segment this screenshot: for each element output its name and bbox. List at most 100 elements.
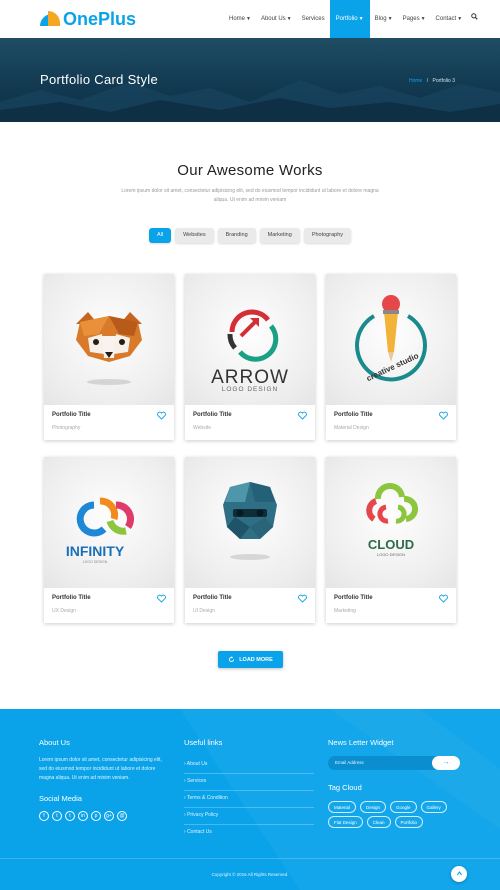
tag[interactable]: Portfolio (394, 816, 424, 828)
logo-mark-icon (40, 11, 60, 27)
heart-icon[interactable] (157, 594, 166, 603)
copyright: Copyright © 2016 All Rights Reserved. (211, 872, 289, 877)
breadcrumb-home[interactable]: Home (409, 78, 422, 84)
twitter-icon[interactable]: t (52, 811, 62, 821)
footer-link-privacy[interactable]: › Privacy Policy (184, 808, 314, 825)
heart-icon[interactable] (157, 411, 166, 420)
pinterest-icon[interactable]: p (91, 811, 101, 821)
cloud-logo-subtext: LOGO DESIGN (377, 552, 405, 557)
footer-divider (0, 858, 500, 859)
card-title[interactable]: Portfolio Title (334, 412, 373, 418)
tag[interactable]: Design (360, 801, 387, 813)
arrow-logo-subtext: LOGO DESIGN (222, 386, 279, 393)
filter-branding[interactable]: Branding (217, 228, 256, 243)
breadcrumb: Home / Portfolio 3 (409, 78, 455, 84)
newsletter-email-input[interactable]: Email Address (335, 760, 364, 765)
tag[interactable]: Flat Design (328, 816, 363, 828)
footer-link-label: About Us (186, 761, 208, 767)
nav-item-portfolio[interactable]: Portfolio▼ (329, 0, 370, 38)
footer-link-about[interactable]: › About Us (184, 757, 314, 774)
nav-label: Contact (435, 16, 457, 22)
footer-link-label: Privacy Policy (187, 812, 219, 818)
search-icon[interactable] (467, 0, 482, 38)
card-category: UX Design (52, 608, 76, 614)
tag-cloud-title: Tag Cloud (328, 783, 362, 792)
heart-icon[interactable] (298, 411, 307, 420)
filter-websites[interactable]: Websites (175, 228, 214, 243)
facebook-icon[interactable]: f (39, 811, 49, 821)
linkedin-icon[interactable]: in (78, 811, 88, 821)
portfolio-card[interactable]: Portfolio Title UI Design (185, 457, 315, 623)
nav-label: Portfolio (335, 16, 358, 22)
section-title: Our Awesome Works (177, 162, 323, 179)
nav-item-services[interactable]: Services (297, 0, 330, 38)
tag[interactable]: Google (390, 801, 417, 813)
nav-item-pages[interactable]: Pages▼ (398, 0, 431, 38)
nav-label: Blog (374, 16, 387, 22)
page-banner: Portfolio Card Style Home / Portfolio 3 (0, 38, 500, 122)
infinity-logo-text: INFINITY (66, 543, 125, 559)
nav-item-blog[interactable]: Blog▼ (370, 0, 398, 38)
tag[interactable]: Clean (366, 816, 391, 828)
footer-link-terms[interactable]: › Terms & Condition (184, 791, 314, 808)
infinity-logo-image: INFINITY LOGO DESIGN (44, 457, 174, 588)
card-title[interactable]: Portfolio Title (334, 595, 373, 601)
portfolio-card[interactable]: INFINITY LOGO DESIGN Portfolio Title UX … (44, 457, 174, 623)
filter-marketing[interactable]: Marketing (259, 228, 300, 243)
heart-icon[interactable] (298, 594, 307, 603)
card-title[interactable]: Portfolio Title (52, 595, 91, 601)
email-icon[interactable]: @ (117, 811, 127, 821)
caret-down-icon: ▼ (246, 16, 251, 22)
tag[interactable]: Gallery (420, 801, 447, 813)
card-title[interactable]: Portfolio Title (52, 412, 91, 418)
logo[interactable]: OnePlus (40, 9, 136, 29)
load-more-label: LOAD MORE (239, 656, 273, 663)
portfolio-filters: All Websites Branding Marketing Photogra… (0, 228, 500, 243)
caret-down-icon: ▼ (457, 16, 463, 22)
load-more-button[interactable]: LOAD MORE (218, 651, 283, 668)
main-nav: Home▼ About Us▼ Services Portfolio▼ Blog… (224, 0, 482, 38)
footer-about-title: About Us (39, 738, 70, 747)
refresh-icon (229, 656, 235, 663)
footer-social-title: Social Media (39, 794, 82, 803)
portfolio-card[interactable]: Portfolio Title Photography (44, 274, 174, 440)
card-category: Marketing (334, 608, 356, 614)
footer-link-contact[interactable]: › Contact Us (184, 825, 314, 842)
breadcrumb-separator: / (426, 78, 429, 84)
tumblr-icon[interactable]: t (65, 811, 75, 821)
infinity-logo-subtext: LOGO DESIGN (83, 560, 108, 564)
cloud-logo-text: CLOUD (368, 537, 414, 552)
nav-item-about[interactable]: About Us▼ (256, 0, 297, 38)
arrow-logo-image: ARROW LOGO DESIGN (185, 274, 315, 405)
creative-studio-logo-image: creative studio (326, 274, 456, 405)
back-to-top-button[interactable] (451, 866, 467, 882)
card-title[interactable]: Portfolio Title (193, 595, 232, 601)
nav-item-contact[interactable]: Contact▼ (431, 0, 468, 38)
chevron-up-icon (456, 870, 462, 875)
logo-text: OnePlus (63, 8, 137, 29)
footer-links: › About Us › Services › Terms & Conditio… (184, 757, 314, 842)
footer-link-services[interactable]: › Services (184, 774, 314, 791)
nav-label: Pages (402, 16, 420, 22)
portfolio-card[interactable]: CLOUD LOGO DESIGN Portfolio Title Market… (326, 457, 456, 623)
footer-link-label: Services (187, 778, 207, 784)
card-category: UI Design (193, 608, 215, 614)
newsletter-form: Email Address → (328, 756, 460, 770)
card-title[interactable]: Portfolio Title (193, 412, 232, 418)
newsletter-submit-button[interactable]: → (432, 756, 460, 770)
caret-down-icon: ▼ (387, 16, 393, 22)
google-plus-icon[interactable]: g+ (104, 811, 114, 821)
nav-label: Services (301, 16, 325, 22)
nav-label: Home (229, 16, 246, 22)
heart-icon[interactable] (439, 411, 448, 420)
portfolio-card[interactable]: creative studio Portfolio Title Material… (326, 274, 456, 440)
footer-link-label: Contact Us (187, 829, 212, 835)
filter-photography[interactable]: Photography (303, 228, 352, 243)
portfolio-card[interactable]: ARROW LOGO DESIGN Portfolio Title Websit… (185, 274, 315, 440)
tag[interactable]: Material (328, 801, 357, 813)
site-header: OnePlus Home▼ About Us▼ Services Portfol… (0, 0, 500, 38)
filter-all[interactable]: All (148, 228, 172, 243)
card-category: Material Design (334, 425, 369, 431)
nav-item-home[interactable]: Home▼ (224, 0, 256, 38)
heart-icon[interactable] (439, 594, 448, 603)
